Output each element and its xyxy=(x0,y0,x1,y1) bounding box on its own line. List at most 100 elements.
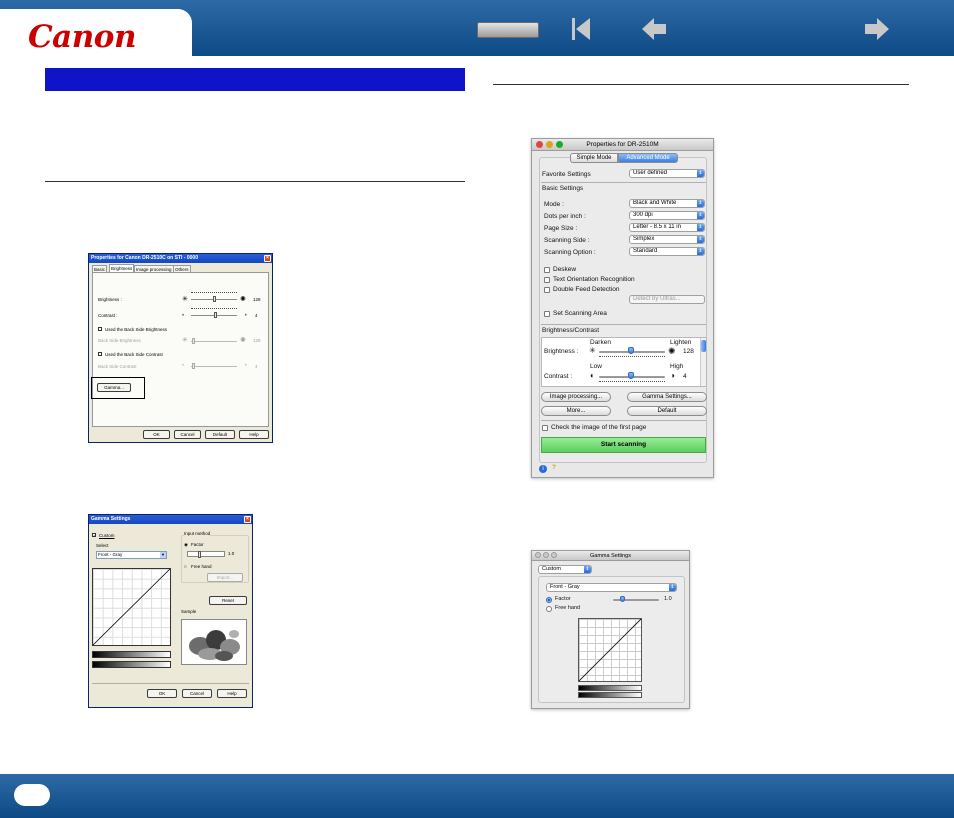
close-icon[interactable] xyxy=(535,552,541,558)
first-page-icon[interactable] xyxy=(570,16,592,42)
reset-button[interactable]: Reset xyxy=(209,596,247,605)
back-contrast-slider[interactable] xyxy=(191,366,237,367)
bottom-bar xyxy=(0,774,954,818)
back-contrast-thumb[interactable] xyxy=(192,363,195,369)
factor-thumb[interactable] xyxy=(620,596,625,602)
close-icon[interactable]: × xyxy=(244,516,251,523)
double-feed-method-select[interactable]: Detect by Ultras... xyxy=(629,295,705,304)
sun-small-icon: ✳ xyxy=(589,346,596,355)
top-navigation-bar: Canon xyxy=(0,0,954,56)
dialog-title: Properties for Canon DR-2510C on STI - 0… xyxy=(89,254,272,263)
back-brightness-slider[interactable] xyxy=(191,341,237,342)
mode-select[interactable]: Black and White ⇕ xyxy=(629,199,705,208)
factor-thumb[interactable] xyxy=(198,551,201,558)
ok-button[interactable]: OK xyxy=(143,430,170,439)
basic-settings-label: Basic Settings xyxy=(542,185,584,192)
contrast-high-icon: ◑ xyxy=(244,362,247,367)
close-icon[interactable] xyxy=(536,141,543,148)
custom-checkbox[interactable]: ✓ xyxy=(92,533,96,538)
contrast-high-icon: ◑ xyxy=(670,371,675,380)
deskew-checkbox[interactable] xyxy=(544,267,550,273)
minimize-icon[interactable] xyxy=(543,552,549,558)
sun-large-icon: ✺ xyxy=(240,296,246,303)
factor-slider[interactable] xyxy=(187,551,225,558)
check-first-page-label: Check the image of the first page xyxy=(551,424,647,431)
sample-label: Sample xyxy=(181,609,197,614)
page-size-value: Letter - 8.5 x 11 in xyxy=(633,224,681,230)
table-of-contents-button[interactable] xyxy=(477,22,539,38)
contrast-value: 4 xyxy=(683,373,687,380)
default-button[interactable]: Default xyxy=(205,430,235,439)
double-feed-checkbox[interactable] xyxy=(544,287,550,293)
gamma-preset-select[interactable]: Custom ⇕ xyxy=(538,565,592,574)
brightness-contrast-label: Brightness/Contrast xyxy=(542,327,600,334)
scrollbar-thumb[interactable] xyxy=(701,340,706,352)
help-button[interactable]: Help xyxy=(217,689,247,698)
output-gradient-bar xyxy=(92,661,171,668)
image-processing-button[interactable]: Image processing... xyxy=(541,392,611,402)
cancel-button[interactable]: Cancel xyxy=(174,430,201,439)
help-button[interactable]: Help xyxy=(239,430,269,439)
gamma-curve-graph[interactable] xyxy=(92,568,171,646)
prev-page-icon[interactable] xyxy=(640,16,668,42)
mode-label: Mode : xyxy=(544,201,564,208)
double-feed-label: Double Feed Detection xyxy=(553,286,620,293)
radio-selected-icon[interactable]: ◉ xyxy=(184,542,188,548)
gamma-curve-graph[interactable] xyxy=(578,618,642,682)
cancel-button[interactable]: Cancel xyxy=(182,689,212,698)
back-brightness-thumb[interactable] xyxy=(192,338,195,344)
back-brightness-checkbox[interactable] xyxy=(98,327,102,331)
scanning-option-select[interactable]: Standard ⇕ xyxy=(629,247,705,256)
back-contrast-checkbox[interactable] xyxy=(98,352,102,356)
channel-select[interactable]: Front - Gray ⇕ xyxy=(546,583,677,592)
scanning-side-select[interactable]: Simplex ⇕ xyxy=(629,235,705,244)
radio-empty-icon[interactable] xyxy=(546,606,552,612)
radio-selected-icon[interactable] xyxy=(546,597,552,603)
slider-ticks xyxy=(599,381,665,383)
free-hand-label: Free hand xyxy=(191,564,212,569)
channel-select[interactable]: Front - Gray ▼ xyxy=(96,551,167,559)
text-orientation-checkbox[interactable] xyxy=(544,277,550,283)
contrast-thumb[interactable] xyxy=(628,372,634,379)
ok-button[interactable]: OK xyxy=(147,689,177,698)
back-brightness-checkbox-label: Used the Back Side Brightness xyxy=(105,327,168,332)
chevron-updown-icon: ⇕ xyxy=(697,236,704,243)
sun-large-icon: ✺ xyxy=(240,337,246,344)
import-button[interactable]: Import... xyxy=(207,573,243,582)
page-size-select[interactable]: Letter - 8.5 x 11 in ⇕ xyxy=(629,223,705,232)
gamma-button[interactable]: Gamma... xyxy=(97,383,131,392)
canon-logo: Canon xyxy=(28,19,137,55)
zoom-icon[interactable] xyxy=(556,141,563,148)
channel-value: Front - Gray xyxy=(550,584,580,590)
windows-gamma-dialog: Gamma Settings × ✓ Custom Select Front -… xyxy=(88,514,253,708)
slider-ticks xyxy=(191,308,237,310)
help-icon[interactable]: ? xyxy=(552,464,556,471)
window-title: Gamma Settings xyxy=(532,551,689,561)
start-scanning-button[interactable]: Start scanning xyxy=(541,437,706,453)
radio-empty-icon[interactable]: ○ xyxy=(184,564,187,569)
check-first-page-checkbox[interactable] xyxy=(542,425,548,431)
scrollbar[interactable] xyxy=(700,338,706,386)
favorite-settings-label: Favorite Settings xyxy=(542,171,591,178)
gamma-settings-button[interactable]: Gamma Settings... xyxy=(627,392,707,402)
scanning-area-checkbox[interactable] xyxy=(544,311,550,317)
favorite-settings-select[interactable]: User defined ⇕ xyxy=(629,169,705,178)
zoom-icon[interactable] xyxy=(551,552,557,558)
minimize-icon[interactable] xyxy=(546,141,553,148)
sun-small-icon: ✳ xyxy=(182,337,188,344)
dpi-select[interactable]: 300 dpi ⇕ xyxy=(629,211,705,220)
window-title: Properties for DR-2510M xyxy=(532,139,713,151)
more-button[interactable]: More... xyxy=(541,406,611,416)
close-icon[interactable]: × xyxy=(264,255,271,262)
simple-mode-tab[interactable]: Simple Mode xyxy=(570,153,618,163)
brightness-thumb[interactable] xyxy=(213,296,216,302)
next-page-icon[interactable] xyxy=(863,16,891,42)
windows-properties-dialog: Properties for Canon DR-2510C on STI - 0… xyxy=(88,253,273,443)
info-icon[interactable]: i xyxy=(539,465,547,473)
mac-properties-window: Properties for DR-2510M Simple Mode Adva… xyxy=(531,138,714,478)
contrast-thumb[interactable] xyxy=(214,312,217,318)
default-button[interactable]: Default xyxy=(627,406,707,416)
mode-value: Black and White xyxy=(633,200,677,206)
brightness-thumb[interactable] xyxy=(628,347,634,354)
advanced-mode-tab[interactable]: Advanced Mode xyxy=(618,153,678,163)
